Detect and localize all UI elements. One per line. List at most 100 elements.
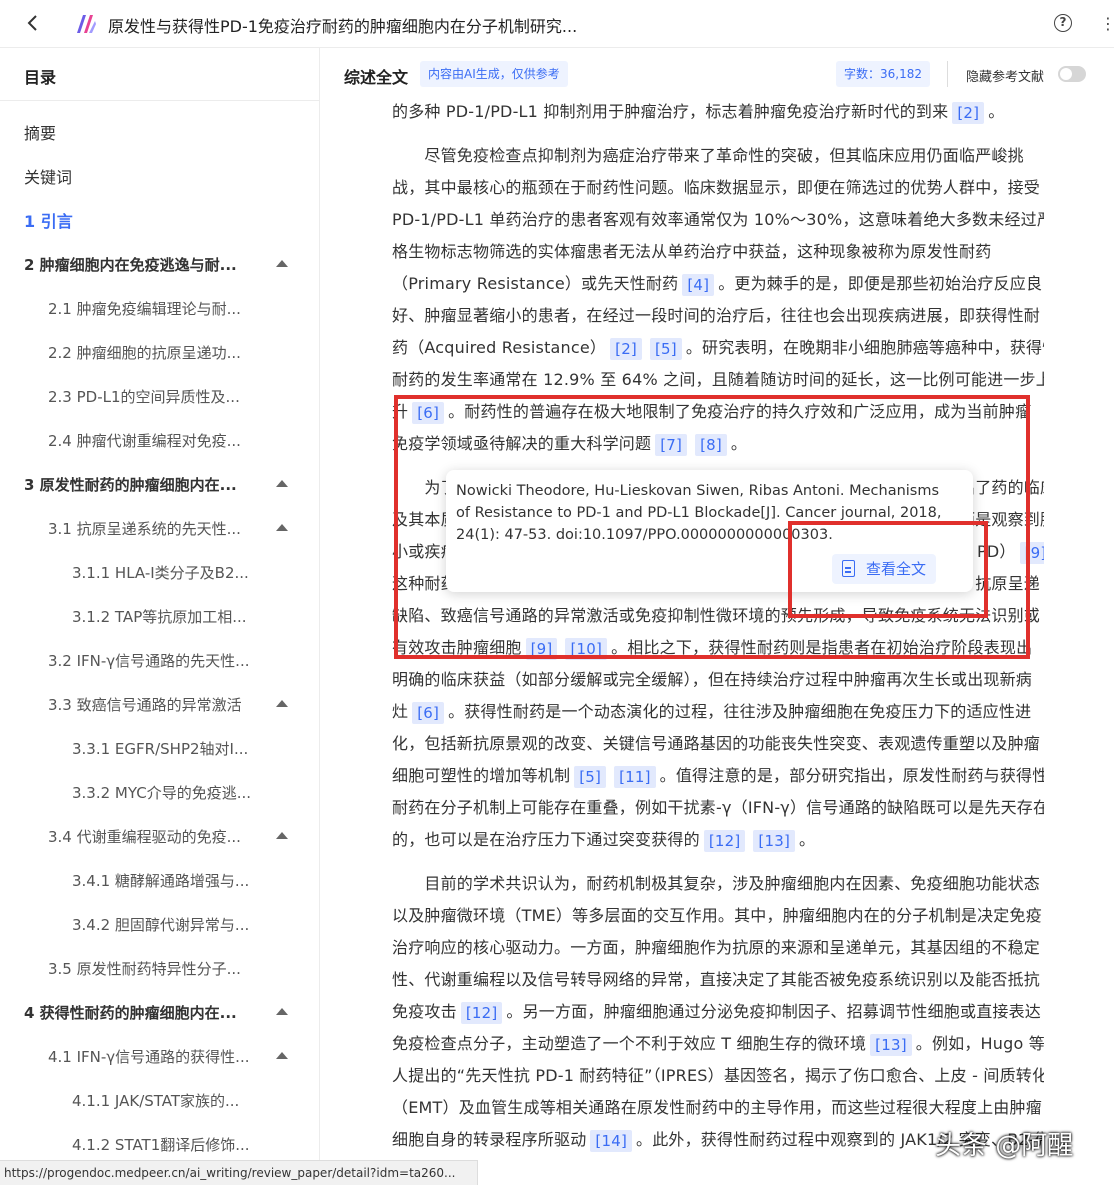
toc-item-3-1-1[interactable]: 3.1.1 HLA-I类分子及B2...: [72, 562, 262, 583]
toc-item-3-2[interactable]: 3.2 IFN-γ信号通路的先天性...: [48, 650, 260, 671]
article-line: 人提出的“先天性抗 PD-1 耐药特征”（IPRES）基因签名，揭示了伤口愈合、…: [392, 1060, 1044, 1092]
collapse-caret-icon[interactable]: [276, 832, 288, 839]
article-line: 格生物标志物筛选的实体瘤患者无法从单药治疗中获益，这种现象被称为原发性耐药: [392, 236, 1044, 268]
article-line: 的多种 PD-1/PD-L1 抑制剂用于肿瘤治疗，标志着肿瘤免疫治疗新时代的到来…: [392, 100, 1044, 128]
citation-ref-button[interactable]: [7]: [655, 433, 688, 456]
toc-item-2-4[interactable]: 2.4 肿瘤代谢重编程对免疫...: [48, 430, 260, 451]
citation-ref-button[interactable]: [5]: [650, 337, 682, 360]
article-line: 细胞可塑性的增加等机制 [5] [11] 。值得注意的是，部分研究指出，原发性耐药与获…: [392, 760, 1044, 792]
citation-ref-button[interactable]: [6]: [412, 401, 445, 424]
article-text: 。: [988, 102, 1005, 121]
article-line: 免疫攻击 [12] 。另一方面，肿瘤细胞通过分泌免疫抑制因子、招募调节性细胞或直接表…: [392, 996, 1044, 1028]
toc-item-section-4[interactable]: 4 获得性耐药的肿瘤细胞内在...: [24, 1002, 254, 1023]
article-text: 战，其中最核心的瓶颈在于耐药性问题。临床数据显示，即便在筛选过的优势人群中，接受: [392, 178, 1041, 197]
article-line: 药（Acquired Resistance） [2] [5] 。研究表明，在晚期非小细…: [392, 332, 1044, 364]
article-line: PD-1/PD-L1 单药治疗的患者客观有效率通常仅为 10%～30%，这意味着…: [392, 204, 1044, 236]
article-text: 细胞自身的转录程序所驱动: [392, 1130, 587, 1149]
article-text: PD-1/PD-L1 单药治疗的患者客观有效率通常仅为 10%～30%，这意味着…: [392, 210, 1044, 229]
ai-notice-badge: 内容由AI生成，仅供参考: [420, 61, 568, 87]
toc-item-3-5[interactable]: 3.5 原发性耐药特异性分子...: [48, 958, 260, 979]
citation-ref-button[interactable]: [2]: [610, 337, 642, 360]
toc-item-3-4[interactable]: 3.4 代谢重编程驱动的免疫...: [48, 826, 260, 847]
article-text: 目前的学术共识认为，耐药机制极其复杂，涉及肿瘤细胞内在因素、免疫细胞功能状态: [392, 874, 1041, 893]
collapse-caret-icon[interactable]: [276, 1008, 288, 1015]
toc-item-3-1[interactable]: 3.1 抗原呈递系统的先天性...: [48, 518, 260, 539]
citation-ref-button[interactable]: [14]: [590, 1129, 632, 1152]
article-line: 目前的学术共识认为，耐药机制极其复杂，涉及肿瘤细胞内在因素、免疫细胞功能状态: [392, 868, 1044, 900]
article-body: 的多种 PD-1/PD-L1 抑制剂用于肿瘤治疗，标志着肿瘤免疫治疗新时代的到来…: [392, 100, 1044, 1160]
article-text: 灶: [392, 702, 409, 721]
toc-item-section-2[interactable]: 2 肿瘤细胞内在免疫逃逸与耐...: [24, 254, 254, 275]
citation-ref-button[interactable]: [9]: [1019, 541, 1044, 564]
toc-item-4-1-1[interactable]: 4.1.1 JAK/STAT家族的...: [72, 1090, 262, 1111]
citation-ref-button[interactable]: [12]: [460, 1001, 503, 1024]
toc-item-3-3-2[interactable]: 3.3.2 MYC介导的免疫逃...: [72, 782, 262, 803]
article-text: 。更为棘手的是，即便是那些初始治疗反应良: [718, 274, 1043, 293]
article-line: 免疫检查点分子，主动塑造了一个不利于效应 T 细胞生存的微环境 [13] 。例如，H…: [392, 1028, 1044, 1060]
citation-ref-button[interactable]: [11]: [614, 765, 656, 788]
citation-ref-button[interactable]: [10]: [565, 637, 608, 660]
article-line: 缺陷、致癌信号通路的异常激活或免疫抑制性微环境的预先形成，导致免疫系统无法识别或: [392, 600, 1044, 632]
article-text: 药（Acquired Resistance）: [392, 338, 607, 357]
toc-item-3-3[interactable]: 3.3 致癌信号通路的异常激活: [48, 694, 260, 715]
collapse-caret-icon[interactable]: [276, 524, 288, 531]
collapse-caret-icon[interactable]: [276, 260, 288, 267]
article-text: 。研究表明，在晚期非小细胞肺癌等癌种中，获得性: [685, 338, 1044, 357]
article-line: 治疗响应的核心驱动力。一方面，肿瘤细胞作为抗原的来源和呈递单元，其基因组的不稳定: [392, 932, 1044, 964]
citation-ref-button[interactable]: [9]: [525, 637, 558, 660]
hide-references-toggle[interactable]: [1058, 66, 1086, 82]
toc-item-3-4-1[interactable]: 3.4.1 糖酵解通路增强与...: [72, 870, 262, 891]
top-bar: 原发性与获得性PD-1免疫治疗耐药的肿瘤细胞内在分子机制研究... ? ⋮: [0, 0, 1114, 48]
toc-item-abstract[interactable]: 摘要: [24, 120, 56, 144]
citation-ref-button[interactable]: [8]: [695, 433, 727, 456]
citation-ref-button[interactable]: [6]: [412, 701, 445, 724]
citation-ref-button[interactable]: [2]: [952, 101, 985, 124]
collapse-caret-icon[interactable]: [276, 480, 288, 487]
toc-item-3-3-1[interactable]: 3.3.1 EGFR/SHP2轴对I...: [72, 738, 262, 759]
article-line: 化，包括新抗原景观的改变、关键信号通路基因的功能丧失性突变、表观遗传重塑以及肿瘤: [392, 728, 1044, 760]
article-text: 免疫学领域亟待解决的重大科学问题: [392, 434, 652, 453]
toc-item-4-1[interactable]: 4.1 IFN-γ信号通路的获得性...: [48, 1046, 260, 1067]
question-circle-icon[interactable]: ?: [1054, 14, 1072, 32]
toc-item-section-3[interactable]: 3 原发性耐药的肿瘤细胞内在...: [24, 474, 254, 495]
collapse-caret-icon[interactable]: [276, 1052, 288, 1059]
article-line: 尽管免疫检查点抑制剂为癌症治疗带来了革命性的突破，但其临床应用仍面临严峻挑: [392, 140, 1044, 172]
toc-item-2-1[interactable]: 2.1 肿瘤免疫编辑理论与耐...: [48, 298, 260, 319]
article-line: 好、肿瘤显著缩小的患者，在经过一段时间的治疗后，往往也会出现疾病进展，即获得性耐: [392, 300, 1044, 332]
toc-item-3-1-2[interactable]: 3.1.2 TAP等抗原加工相...: [72, 606, 262, 627]
collapse-caret-icon[interactable]: [276, 700, 288, 707]
citation-ref-button[interactable]: [5]: [574, 765, 607, 788]
toc-item-keywords[interactable]: 关键词: [24, 164, 72, 188]
article-text: 细胞可塑性的增加等机制: [392, 766, 571, 785]
view-full-text-button[interactable]: 查看全文: [832, 554, 937, 584]
toc-item-4-1-2[interactable]: 4.1.2 STAT1翻译后修饰...: [72, 1134, 262, 1155]
chevron-left-icon[interactable]: [22, 12, 44, 34]
article-text: 升: [392, 402, 409, 421]
article-text: 。相比之下，获得性耐药则是指患者在初始治疗阶段表现出: [611, 638, 1033, 657]
article-text: 有效攻击肿瘤细胞: [392, 638, 522, 657]
article-text: 性、代谢重编程以及信号转导网络的异常，直接决定了其能否被免疫系统识别以及能否抵抗: [392, 970, 1041, 989]
toc-item-2-2[interactable]: 2.2 肿瘤细胞的抗原呈递功...: [48, 342, 260, 363]
content-header: 综述全文 内容由AI生成，仅供参考 字数：36,182 隐藏参考文献: [320, 48, 1114, 100]
more-menu-icon[interactable]: ⋮: [1100, 14, 1114, 33]
citation-popup: Nowicki Theodore, Hu-Lieskovan Siwen, Ri…: [446, 470, 973, 592]
article-line: 性、代谢重编程以及信号转导网络的异常，直接决定了其能否被免疫系统识别以及能否抵抗: [392, 964, 1044, 996]
hide-references-label: 隐藏参考文献: [966, 70, 1045, 85]
watermark: 头条 @阿醒: [935, 1131, 1074, 1161]
article-text: 尽管免疫检查点抑制剂为癌症治疗带来了革命性的突破，但其临床应用仍面临严峻挑: [392, 146, 1024, 165]
toc-item-introduction[interactable]: 1 引言: [24, 208, 73, 232]
citation-ref-button[interactable]: [13]: [870, 1033, 912, 1056]
document-title: 原发性与获得性PD-1免疫治疗耐药的肿瘤细胞内在分子机制研究...: [108, 17, 578, 36]
article-line: 耐药的发生率通常在 12.9% 至 64% 之间，且随着随访时间的延长，这一比例…: [392, 364, 1044, 396]
article-text: 。获得性耐药是一个动态演化的过程，往往涉及肿瘤细胞在免疫压力下的适应性进: [448, 702, 1032, 721]
article-text: 免疫检查点分子，主动塑造了一个不利于效应 T 细胞生存的微环境: [392, 1034, 867, 1053]
article-line: 免疫学领域亟待解决的重大科学问题 [7] [8]。: [392, 428, 1044, 460]
article-text: 缺陷、致癌信号通路的异常激活或免疫抑制性微环境的预先形成，导致免疫系统无法识别或: [392, 606, 1041, 625]
article-line: （Primary Resistance）或先天性耐药 [4] 。更为棘手的是，即便是…: [392, 268, 1044, 300]
toc-item-3-4-2[interactable]: 3.4.2 胆固醇代谢异常与...: [72, 914, 262, 935]
citation-ref-button[interactable]: [12]: [703, 829, 746, 852]
divider: [947, 61, 948, 87]
citation-ref-button[interactable]: [13]: [753, 829, 795, 852]
toc-item-2-3[interactable]: 2.3 PD-L1的空间异质性及...: [48, 386, 260, 407]
citation-ref-button[interactable]: [4]: [682, 273, 715, 296]
